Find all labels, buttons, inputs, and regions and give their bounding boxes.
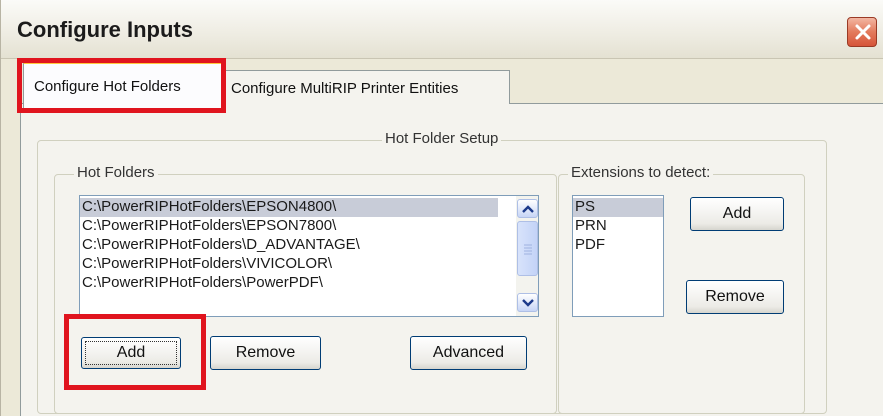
remove-extension-label: Remove: [705, 288, 765, 305]
advanced-label: Advanced: [432, 344, 505, 361]
tab-label: Configure MultiRIP Printer Entities: [231, 80, 459, 97]
grip-icon: [524, 244, 532, 255]
extension-item[interactable]: PRN: [573, 217, 607, 234]
tab-configure-multirip-printer-entities[interactable]: Configure MultiRIP Printer Entities: [223, 70, 510, 104]
tab-configure-hot-folders[interactable]: Configure Hot Folders: [23, 62, 223, 110]
close-button[interactable]: [847, 17, 877, 47]
remove-hot-folder-label: Remove: [235, 344, 296, 361]
scroll-up-button[interactable]: [517, 199, 538, 218]
chevron-down-icon: [522, 299, 534, 307]
add-hot-folder-label: Add: [116, 344, 146, 361]
extension-item[interactable]: PDF: [573, 236, 605, 253]
window-title: Configure Inputs: [17, 17, 193, 42]
add-hot-folder-button[interactable]: Add: [81, 337, 181, 369]
extensions-label: Extensions to detect:: [568, 164, 714, 181]
hot-folders-list[interactable]: C:\PowerRIPHotFolders\EPSON4800\ C:\Powe…: [79, 195, 539, 317]
scroll-down-button[interactable]: [517, 293, 538, 312]
hot-folder-item[interactable]: C:\PowerRIPHotFolders\EPSON7800\: [80, 217, 336, 234]
hot-folder-setup-label: Hot Folder Setup: [382, 130, 502, 147]
extension-item[interactable]: PS: [573, 198, 663, 217]
tab-label: Configure Hot Folders: [34, 78, 181, 95]
hot-folder-item[interactable]: C:\PowerRIPHotFolders\VIVICOLOR\: [80, 255, 332, 272]
add-extension-button[interactable]: Add: [690, 197, 784, 231]
configure-inputs-dialog: Configure Inputs Hot Folder Setup Hot Fo…: [0, 0, 883, 416]
add-extension-label: Add: [722, 205, 752, 222]
remove-extension-button[interactable]: Remove: [686, 280, 784, 314]
tab-panel-hot-folders: Hot Folder Setup Hot Folders C:\PowerRIP…: [20, 103, 883, 416]
remove-hot-folder-button[interactable]: Remove: [210, 336, 321, 370]
title-bar[interactable]: Configure Inputs: [1, 0, 883, 59]
hot-folder-item[interactable]: C:\PowerRIPHotFolders\D_ADVANTAGE\: [80, 236, 360, 253]
hot-folder-item[interactable]: C:\PowerRIPHotFolders\EPSON4800\: [80, 198, 498, 217]
chevron-up-icon: [522, 205, 534, 213]
hot-folders-label: Hot Folders: [74, 164, 158, 181]
scroll-thumb[interactable]: [517, 221, 538, 276]
hot-folder-item[interactable]: C:\PowerRIPHotFolders\PowerPDF\: [80, 274, 323, 291]
advanced-button[interactable]: Advanced: [410, 336, 527, 370]
hot-folders-scrollbar[interactable]: [516, 196, 538, 316]
close-icon: [855, 24, 871, 40]
extensions-list[interactable]: PS PRN PDF: [572, 195, 664, 317]
